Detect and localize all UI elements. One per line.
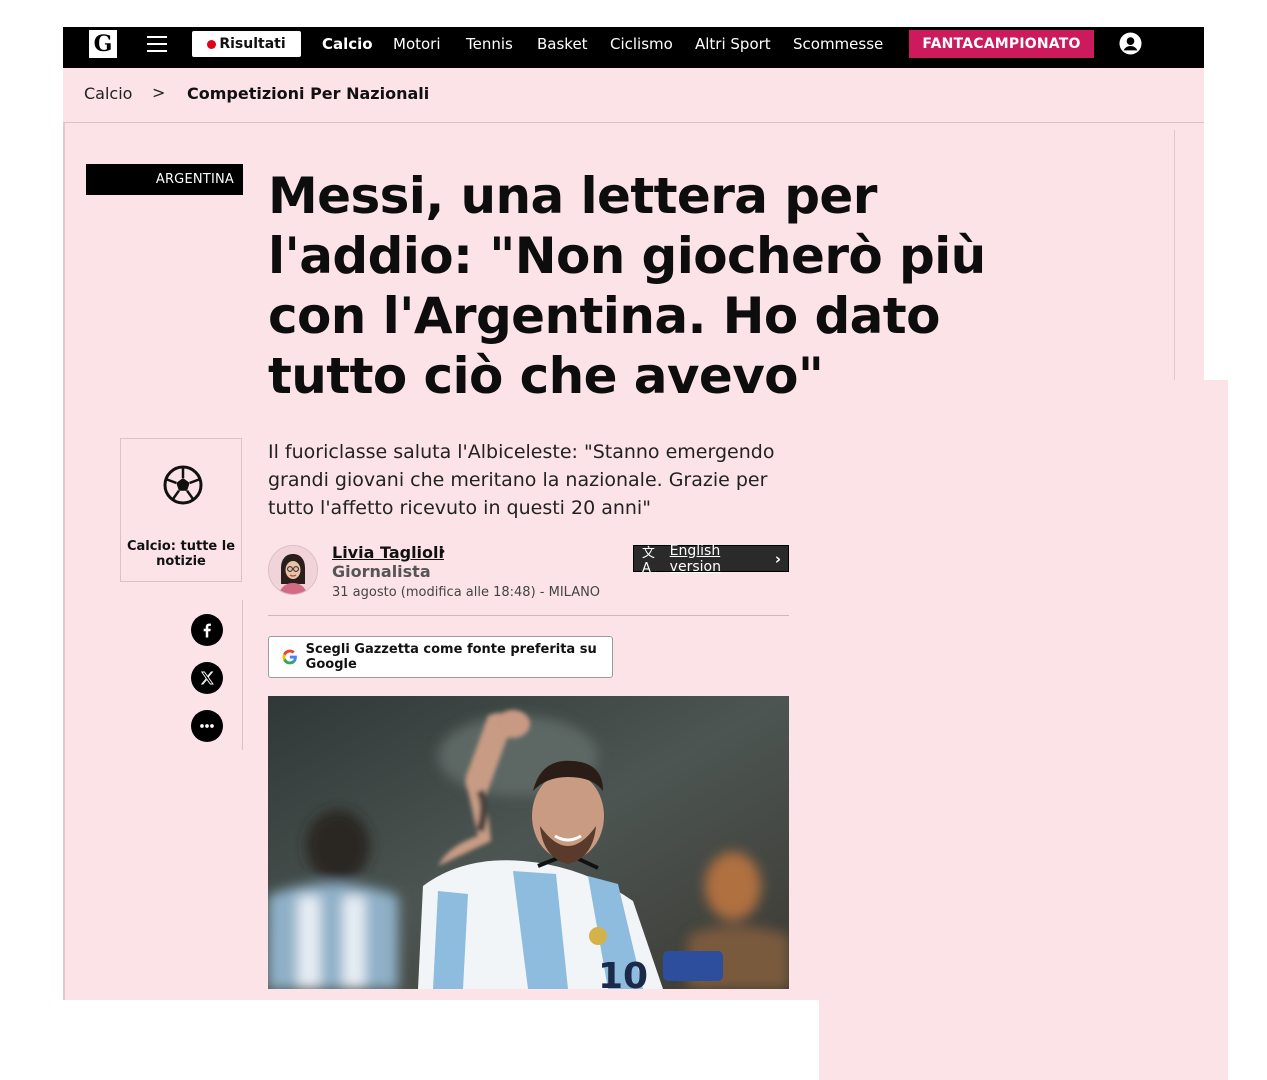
page-background-bottom <box>819 960 1228 1080</box>
top-navigation-bar: G Risultati Calcio Motori Tennis Basket … <box>63 27 1204 68</box>
divider <box>1174 130 1175 380</box>
category-news-label: Calcio: tutte le notizie <box>126 539 236 569</box>
soccer-ball-icon <box>163 465 203 505</box>
google-g-icon <box>282 649 297 665</box>
google-preferred-source-button[interactable]: Scegli Gazzetta come fonte preferita su … <box>268 636 613 678</box>
fantacampionato-button[interactable]: FANTACAMPIONATO <box>909 30 1094 58</box>
nav-item-ciclismo[interactable]: Ciclismo <box>610 35 673 53</box>
x-icon[interactable] <box>191 662 223 694</box>
article-subtitle: Il fuoriclasse saluta l'Albiceleste: "St… <box>268 441 775 519</box>
breadcrumb-chevron-icon: > <box>152 83 166 102</box>
article-tag[interactable]: ARGENTINA <box>86 164 243 195</box>
hamburger-menu-icon[interactable] <box>147 36 167 52</box>
more-icon[interactable] <box>191 710 223 742</box>
translate-icon: 文A <box>642 545 656 576</box>
breadcrumb-item-competizioni[interactable]: Competizioni Per Nazionali <box>187 84 429 103</box>
user-account-icon[interactable] <box>1119 32 1142 55</box>
author-portrait-icon <box>269 546 317 594</box>
nav-item-tennis[interactable]: Tennis <box>466 35 513 53</box>
gazzetta-logo[interactable]: G <box>89 30 117 58</box>
author-role: Giornalista <box>332 562 431 581</box>
nav-item-calcio[interactable]: Calcio <box>322 35 373 53</box>
divider <box>268 615 789 616</box>
divider <box>63 123 65 1000</box>
chevron-right-icon[interactable]: › <box>439 541 446 560</box>
nav-item-motori[interactable]: Motori <box>393 35 441 53</box>
article-title: Messi, una lettera per l'addio: "Non gio… <box>268 167 986 405</box>
messi-celebration-photo: 10 <box>268 696 789 989</box>
author-name-link[interactable]: Livia Taglioli <box>332 543 444 562</box>
live-dot-icon <box>207 39 217 49</box>
article-hero-image[interactable]: 10 <box>268 696 789 989</box>
category-news-link[interactable]: Calcio: tutte le notizie <box>120 438 242 582</box>
english-version-button[interactable]: 文A English version › <box>633 543 789 576</box>
nav-item-scommesse[interactable]: Scommesse <box>793 35 883 53</box>
results-button[interactable]: Risultati <box>192 31 301 57</box>
svg-text:10: 10 <box>598 956 648 989</box>
divider <box>63 122 1204 123</box>
nav-item-altri-sport[interactable]: Altri Sport <box>695 35 771 53</box>
divider <box>242 600 243 750</box>
article-date: 31 agosto (modifica alle 18:48) - MILANO <box>332 585 601 600</box>
author-avatar[interactable] <box>268 545 318 595</box>
nav-item-basket[interactable]: Basket <box>537 35 588 53</box>
chevron-right-icon: › <box>774 549 781 568</box>
breadcrumb-item-calcio[interactable]: Calcio <box>84 84 132 103</box>
facebook-icon[interactable] <box>191 614 223 646</box>
